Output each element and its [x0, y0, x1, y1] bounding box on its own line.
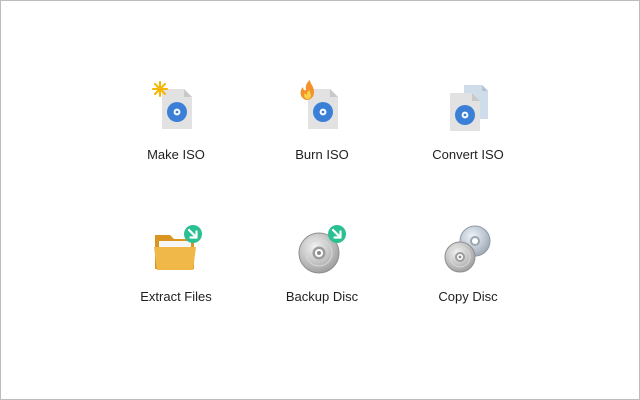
burn-iso-button[interactable]: Burn ISO: [249, 79, 395, 221]
extract-files-label: Extract Files: [140, 289, 212, 304]
extract-files-icon: [148, 221, 204, 277]
copy-disc-icon: [440, 221, 496, 277]
make-iso-icon: [148, 79, 204, 135]
burn-iso-icon: [294, 79, 350, 135]
burn-iso-label: Burn ISO: [295, 147, 349, 162]
backup-disc-button[interactable]: Backup Disc: [249, 221, 395, 309]
convert-iso-icon: [440, 79, 496, 135]
tool-grid: Make ISO Burn ISO Convert ISO Extract Fi…: [103, 79, 541, 309]
backup-disc-label: Backup Disc: [285, 289, 359, 304]
copy-disc-button[interactable]: Copy Disc: [395, 221, 541, 309]
extract-files-button[interactable]: Extract Files: [103, 221, 249, 309]
backup-disc-icon: [294, 221, 350, 277]
convert-iso-button[interactable]: Convert ISO: [395, 79, 541, 221]
app-window: Make ISO Burn ISO Convert ISO Extract Fi…: [0, 0, 640, 400]
make-iso-button[interactable]: Make ISO: [103, 79, 249, 221]
make-iso-label: Make ISO: [147, 147, 205, 162]
convert-iso-label: Convert ISO: [432, 147, 504, 162]
copy-disc-label: Copy Disc: [438, 289, 498, 304]
